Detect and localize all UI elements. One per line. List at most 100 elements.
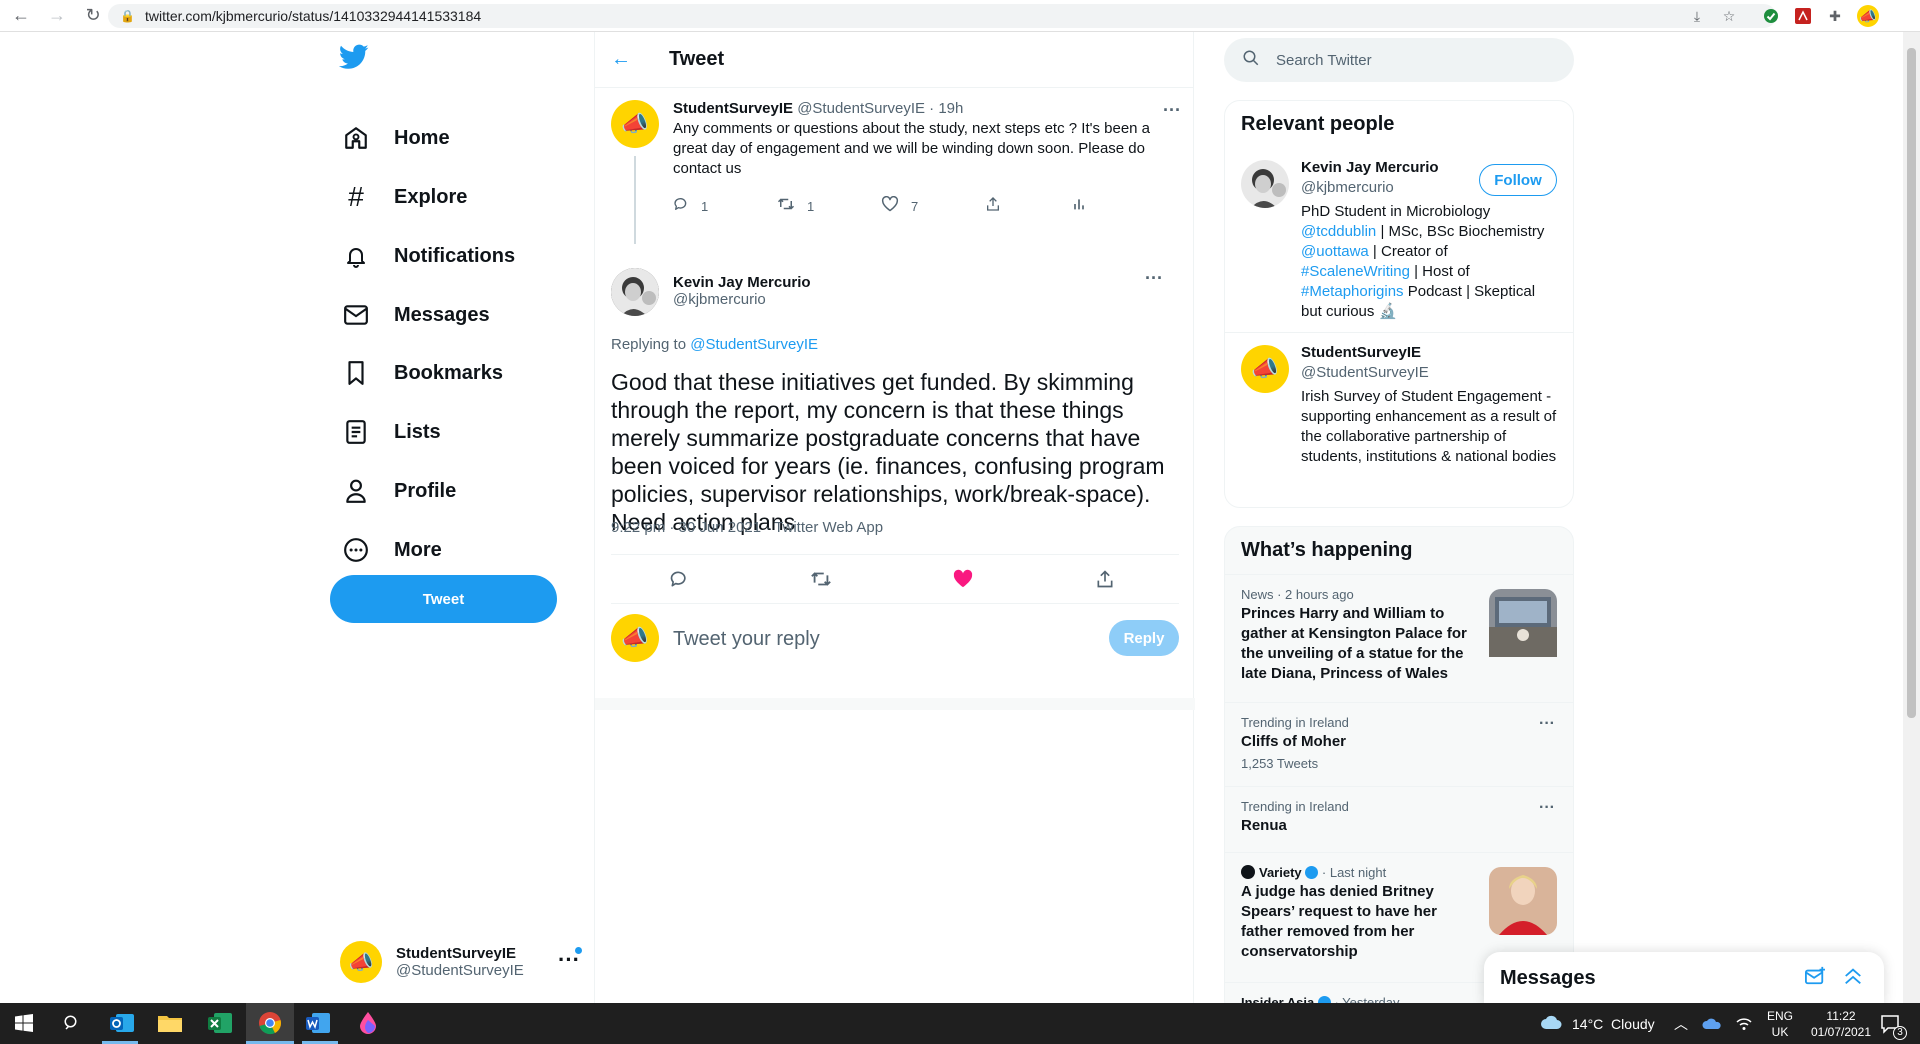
tweet-time[interactable]: · 19h: [929, 100, 963, 117]
nav-bookmarks[interactable]: Bookmarks: [340, 353, 503, 393]
trend-item[interactable]: Trending in Ireland Renua ···: [1225, 786, 1573, 852]
account-switcher[interactable]: 📣 StudentSurveyIE @StudentSurveyIE ···: [340, 937, 582, 987]
tweet-author-handle[interactable]: @StudentSurveyIE: [797, 100, 925, 117]
person-studentsurvey[interactable]: 📣 StudentSurveyIE @StudentSurveyIE Irish…: [1225, 332, 1573, 477]
person-kevin[interactable]: Kevin Jay Mercurio @kjbmercurio PhD Stud…: [1225, 148, 1573, 332]
nav-profile[interactable]: Profile: [340, 471, 456, 511]
page-scrollbar[interactable]: [1903, 32, 1920, 1003]
kevin-avatar[interactable]: [611, 268, 659, 316]
trend-more-icon[interactable]: ···: [1539, 715, 1555, 733]
bio-link[interactable]: #Metaphorigins: [1301, 283, 1404, 300]
nav-lists[interactable]: Lists: [340, 412, 441, 452]
puzzle-extensions-icon[interactable]: ✚: [1825, 6, 1845, 26]
browser-toolbar: ← → ↻ 🔒 twitter.com/kjbmercurio/status/1…: [0, 0, 1920, 32]
messages-dock[interactable]: Messages: [1484, 952, 1884, 1003]
windows-start-icon[interactable]: [10, 1009, 38, 1037]
nav-explore[interactable]: # Explore: [340, 177, 467, 217]
nav-home[interactable]: Home: [340, 118, 450, 158]
language-indicator[interactable]: ENG UK: [1762, 1008, 1798, 1040]
nav-label: Messages: [394, 303, 490, 326]
analytics-action[interactable]: [1071, 196, 1099, 217]
install-icon[interactable]: ⤓: [1687, 6, 1707, 26]
back-arrow-icon[interactable]: ←: [611, 48, 635, 71]
notification-count: 3: [1893, 1026, 1907, 1040]
share-action[interactable]: [985, 196, 1013, 217]
word-icon[interactable]: [304, 1009, 332, 1037]
chevrons-up-icon[interactable]: [1842, 966, 1864, 992]
forward-arrow-icon[interactable]: →: [42, 1, 72, 31]
parent-tweet-actions: 1 1 7: [673, 195, 1093, 220]
replying-to: Replying to @StudentSurveyIE: [611, 336, 818, 353]
nav-notifications[interactable]: Notifications: [340, 236, 515, 276]
nav-more[interactable]: More: [340, 530, 442, 570]
person-bio: Irish Survey of Student Engagement - sup…: [1301, 388, 1557, 465]
tweet-author-name[interactable]: Kevin Jay Mercurio: [673, 274, 811, 291]
envelope-icon: [340, 299, 372, 331]
search-icon[interactable]: [58, 1009, 86, 1037]
nav-label: More: [394, 538, 442, 561]
new-message-icon[interactable]: [1804, 966, 1826, 992]
twitter-logo-icon[interactable]: [338, 44, 373, 74]
profile-avatar-icon[interactable]: 📣: [1857, 5, 1879, 27]
address-bar[interactable]: 🔒 twitter.com/kjbmercurio/status/1410332…: [108, 4, 1776, 28]
weather-widget[interactable]: 14°C Cloudy: [1540, 1003, 1655, 1044]
wifi-icon[interactable]: [1736, 1003, 1752, 1044]
scrollbar-thumb[interactable]: [1907, 48, 1916, 718]
bio-link[interactable]: @tcddublin: [1301, 223, 1376, 240]
reload-icon[interactable]: ↻: [78, 1, 108, 31]
person-bio: PhD Student in Microbiology @tcddublin |…: [1301, 203, 1545, 320]
clock[interactable]: 11:22 01/07/2021: [1806, 1008, 1876, 1040]
card-title: Relevant people: [1241, 113, 1395, 135]
right-sidebar: Search Twitter Relevant people Kevin Jay…: [1224, 32, 1574, 1003]
reply-action[interactable]: 1: [673, 196, 708, 217]
back-arrow-icon[interactable]: ←: [6, 1, 36, 31]
trend-headline: Renua: [1241, 817, 1287, 834]
bio-link[interactable]: @uottawa: [1301, 243, 1369, 260]
reply-button[interactable]: Reply: [1109, 620, 1179, 656]
person-avatar[interactable]: [1241, 160, 1289, 208]
outlook-icon[interactable]: [108, 1009, 136, 1037]
follow-button[interactable]: Follow: [1479, 164, 1557, 196]
notification-center-icon[interactable]: 3: [1880, 1003, 1907, 1044]
divider: [611, 603, 1179, 604]
tweet-author-handle[interactable]: @kjbmercurio: [673, 291, 811, 308]
parent-tweet[interactable]: 📣 StudentSurveyIE @StudentSurveyIE · 19h…: [611, 100, 1181, 177]
left-navigation: Home # Explore Notifications Messages Bo…: [0, 32, 594, 1003]
star-icon[interactable]: ☆: [1719, 6, 1739, 26]
trend-item[interactable]: Trending in Ireland Cliffs of Moher 1,25…: [1225, 702, 1573, 786]
tweet-author-name[interactable]: StudentSurveyIE: [673, 100, 793, 117]
retweet-action[interactable]: 1: [777, 196, 814, 217]
paint-drop-icon[interactable]: [354, 1009, 382, 1037]
file-explorer-icon[interactable]: [156, 1009, 184, 1037]
search-input[interactable]: Search Twitter: [1224, 38, 1574, 82]
chrome-icon[interactable]: [256, 1009, 284, 1037]
person-avatar[interactable]: 📣: [1241, 345, 1289, 393]
tweet-meta[interactable]: 9:22 pm · 30 Jun 2021 · Twitter Web App: [611, 519, 883, 536]
replying-to-link[interactable]: @StudentSurveyIE: [690, 336, 818, 353]
bio-link[interactable]: #ScaleneWriting: [1301, 263, 1410, 280]
retweet-icon[interactable]: [809, 567, 833, 591]
reply-icon[interactable]: [667, 567, 691, 591]
onedrive-icon[interactable]: [1702, 1003, 1722, 1044]
extension-check-icon[interactable]: [1761, 6, 1781, 26]
trend-item[interactable]: News · 2 hours ago Princes Harry and Wil…: [1225, 574, 1573, 702]
nav-messages[interactable]: Messages: [340, 295, 490, 335]
tweet-avatar[interactable]: 📣: [611, 100, 659, 148]
messages-dock-title: Messages: [1500, 967, 1596, 989]
tweet-button[interactable]: Tweet: [330, 575, 557, 623]
tweet-more-icon[interactable]: ···: [1145, 268, 1163, 289]
excel-icon[interactable]: [206, 1009, 234, 1037]
tweet-more-icon[interactable]: ···: [1163, 100, 1181, 121]
person-name[interactable]: StudentSurveyIE: [1301, 343, 1557, 363]
share-icon[interactable]: [1093, 567, 1117, 591]
reply-input[interactable]: Tweet your reply: [673, 628, 820, 651]
liked-heart-icon[interactable]: [951, 567, 975, 591]
trend-meta: Trending in Ireland: [1241, 715, 1349, 730]
person-handle[interactable]: @StudentSurveyIE: [1301, 363, 1557, 383]
verified-badge-icon: [1317, 996, 1331, 1003]
tray-chevron-icon[interactable]: ︿: [1674, 1003, 1688, 1044]
pdf-extension-icon[interactable]: [1793, 6, 1813, 26]
like-action[interactable]: 7: [881, 195, 918, 217]
replying-prefix: Replying to: [611, 336, 691, 353]
trend-more-icon[interactable]: ···: [1539, 799, 1555, 817]
